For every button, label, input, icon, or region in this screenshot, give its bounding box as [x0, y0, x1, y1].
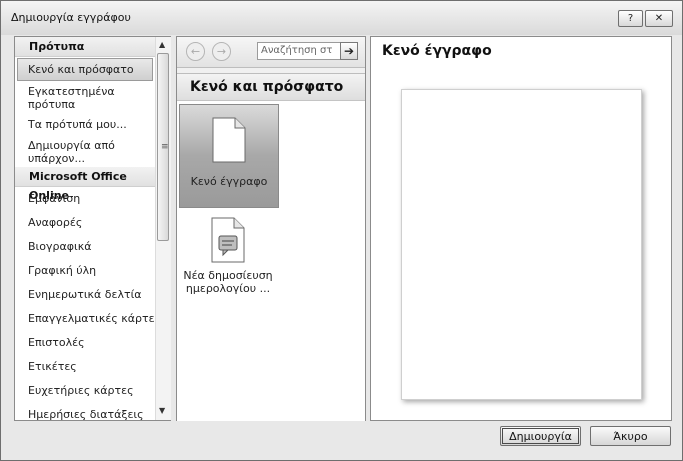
blank-document-icon: [212, 117, 246, 163]
scroll-down-icon[interactable]: ▼: [159, 406, 165, 415]
template-categories-panel: Πρότυπα Κενό και πρόσφατο Εγκατεστημένα …: [14, 36, 171, 421]
section-header-office-online: Microsoft Office Online: [15, 167, 155, 202]
navigation-bar: ← → Αναζήτηση στ ➔: [177, 37, 365, 68]
category-newsletters[interactable]: Ενημερωτικά δελτία: [15, 283, 155, 307]
category-installed-templates[interactable]: Εγκατεστημένα πρότυπα: [15, 81, 155, 115]
category-scrollbar[interactable]: ▲ ≡ ▼: [155, 37, 171, 420]
template-label: Κενό έγγραφο: [190, 175, 268, 188]
document-preview: [401, 89, 642, 400]
close-button[interactable]: ✕: [645, 10, 673, 27]
category-my-templates[interactable]: Τα πρότυπά μου...: [15, 115, 155, 135]
section-header-templates: Πρότυπα: [15, 37, 155, 57]
template-tile-blog-post[interactable]: Νέα δημοσίευση ημερολογίου ...: [179, 214, 277, 306]
scrollbar-thumb[interactable]: ≡: [157, 53, 169, 241]
scroll-up-icon[interactable]: ▲: [159, 40, 165, 49]
category-resumes[interactable]: Βιογραφικά: [15, 235, 155, 259]
title-bar: Δημιουργία εγγράφου ? ✕: [1, 1, 682, 35]
create-document-dialog: Δημιουργία εγγράφου ? ✕ Πρότυπα Κενό και…: [0, 0, 683, 461]
preview-panel: Κενό έγγραφο: [370, 36, 672, 421]
grip-icon: ≡: [161, 142, 169, 152]
templates-heading: Κενό και πρόσφατο: [177, 74, 365, 101]
category-new-from-existing[interactable]: Δημιουργία από υπάρχον...: [15, 135, 155, 167]
category-list: Πρότυπα Κενό και πρόσφατο Εγκατεστημένα …: [15, 37, 161, 427]
template-label: Νέα δημοσίευση ημερολογίου ...: [183, 269, 273, 295]
templates-panel: ← → Αναζήτηση στ ➔ Κενό και πρόσφατο Κεν…: [176, 36, 366, 421]
category-featured[interactable]: Εμφάνιση: [15, 187, 155, 211]
template-tile-blank-document[interactable]: Κενό έγγραφο: [179, 104, 279, 208]
category-business-cards[interactable]: Επαγγελματικές κάρτες: [15, 307, 161, 331]
back-arrow-icon[interactable]: ←: [186, 42, 205, 61]
search-input[interactable]: Αναζήτηση στ: [257, 42, 341, 60]
blog-post-icon: [211, 217, 245, 263]
category-blank-and-recent[interactable]: Κενό και πρόσφατο: [17, 58, 153, 81]
category-reports[interactable]: Αναφορές: [15, 211, 155, 235]
category-greeting-cards[interactable]: Ευχετήριες κάρτες: [15, 379, 155, 403]
category-letters[interactable]: Επιστολές: [15, 331, 155, 355]
preview-title: Κενό έγγραφο: [382, 43, 492, 59]
window-title: Δημιουργία εγγράφου: [11, 11, 131, 24]
category-stationery[interactable]: Γραφική ύλη: [15, 259, 155, 283]
search-go-arrow-icon[interactable]: ➔: [340, 42, 358, 60]
category-labels[interactable]: Ετικέτες: [15, 355, 155, 379]
category-agendas[interactable]: Ημερήσιες διατάξεις: [15, 403, 155, 427]
help-button[interactable]: ?: [618, 10, 643, 27]
templates-list: Κενό και πρόσφατο Κενό έγγραφο Νέα δημοσ…: [177, 73, 365, 421]
cancel-button[interactable]: Άκυρο: [590, 426, 671, 446]
forward-arrow-icon[interactable]: →: [212, 42, 231, 61]
create-button[interactable]: Δημιουργία: [500, 426, 581, 446]
